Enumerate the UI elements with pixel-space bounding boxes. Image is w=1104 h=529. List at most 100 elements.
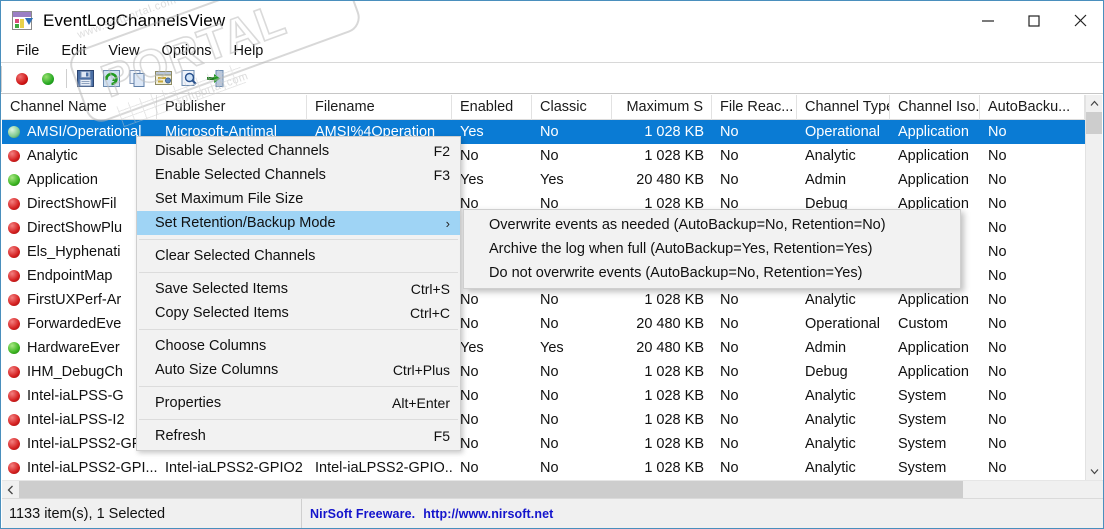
- red-dot-icon[interactable]: [9, 66, 35, 92]
- column-header-channel-type[interactable]: Channel Type: [797, 95, 890, 120]
- vertical-scrollbar[interactable]: [1085, 95, 1102, 480]
- refresh-icon[interactable]: [98, 66, 124, 92]
- scroll-left-button[interactable]: [2, 481, 19, 498]
- properties-icon[interactable]: [150, 66, 176, 92]
- cell-text: Intel-iaLPSS-I2: [27, 408, 125, 432]
- status-led-disabled-icon: [8, 270, 20, 282]
- context-menu-item-auto-size-columns[interactable]: Auto Size ColumnsCtrl+Plus: [137, 358, 460, 382]
- menu-options[interactable]: Options: [151, 41, 223, 61]
- menu-item-shortcut: F5: [434, 428, 450, 444]
- menu-bar: File Edit View Options Help: [1, 40, 1103, 63]
- cell-maximum_size: 1 028 KB: [612, 432, 712, 456]
- menu-separator: [139, 419, 458, 420]
- cell-text: ForwardedEve: [27, 312, 121, 336]
- export-arrow-icon[interactable]: [202, 66, 228, 92]
- column-header-channel-name[interactable]: Channel Name: [2, 95, 157, 120]
- vertical-scroll-track[interactable]: [1086, 134, 1102, 463]
- column-header-filename[interactable]: Filename: [307, 95, 452, 120]
- menu-item-label: Properties: [155, 395, 392, 411]
- column-header-maximum-size[interactable]: Maximum S: [612, 95, 712, 120]
- column-header-channel-isolation[interactable]: Channel Iso...: [890, 95, 980, 120]
- maximize-button[interactable]: [1011, 1, 1057, 40]
- cell-enabled: Yes: [452, 336, 532, 360]
- copy-icon[interactable]: [124, 66, 150, 92]
- menu-help[interactable]: Help: [223, 41, 275, 61]
- horizontal-scrollbar[interactable]: [2, 480, 1103, 498]
- menu-item-label: Save Selected Items: [155, 281, 411, 297]
- cell-channel_name: EndpointMap: [2, 264, 157, 288]
- context-menu-item-copy-selected-items[interactable]: Copy Selected ItemsCtrl+C: [137, 301, 460, 325]
- cell-enabled: No: [452, 456, 532, 479]
- context-menu-item-enable-selected-channels[interactable]: Enable Selected ChannelsF3: [137, 163, 460, 187]
- magnifier-icon[interactable]: [176, 66, 202, 92]
- column-header-publisher[interactable]: Publisher: [157, 95, 307, 120]
- green-dot-icon[interactable]: [35, 66, 61, 92]
- column-header-file-reached[interactable]: File Reac...: [712, 95, 797, 120]
- cell-file_reached: No: [712, 312, 797, 336]
- window-title: EventLogChannelsView: [43, 11, 225, 31]
- cell-channel_type: Analytic: [797, 432, 890, 456]
- column-header-classic[interactable]: Classic: [532, 95, 612, 120]
- cell-file_reached: No: [712, 336, 797, 360]
- horizontal-scroll-track[interactable]: [963, 481, 1103, 498]
- context-menu-item-set-maximum-file-size[interactable]: Set Maximum File Size: [137, 187, 460, 211]
- menu-item-shortcut: F2: [434, 143, 450, 159]
- cell-autobackup: No: [980, 456, 1085, 479]
- minimize-button[interactable]: [965, 1, 1011, 40]
- menu-item-label: Auto Size Columns: [155, 362, 393, 378]
- submenu-item-1[interactable]: Archive the log when full (AutoBackup=Ye…: [464, 237, 960, 261]
- table-row[interactable]: Intel-iaLPSS2-GPI...Intel-iaLPSS2-GPIO2I…: [2, 456, 1102, 479]
- cell-channel_isolation: Application: [890, 288, 980, 312]
- floppy-disk-icon[interactable]: [72, 66, 98, 92]
- cell-channel_isolation: System: [890, 408, 980, 432]
- context-menu-item-choose-columns[interactable]: Choose Columns: [137, 334, 460, 358]
- scroll-down-button[interactable]: [1086, 463, 1102, 480]
- cell-classic: Yes: [532, 336, 612, 360]
- menu-file[interactable]: File: [5, 41, 50, 61]
- cell-maximum_size: 1 028 KB: [612, 120, 712, 144]
- cell-channel_name: FirstUXPerf-Ar: [2, 288, 157, 312]
- brand-url[interactable]: http://www.nirsoft.net: [423, 507, 553, 521]
- cell-file_reached: No: [712, 456, 797, 479]
- cell-channel_isolation: Application: [890, 336, 980, 360]
- cell-autobackup: No: [980, 192, 1085, 216]
- menu-view[interactable]: View: [97, 41, 150, 61]
- app-icon: [12, 11, 32, 30]
- menu-item-label: Refresh: [155, 428, 434, 444]
- context-menu-item-refresh[interactable]: RefreshF5: [137, 424, 460, 448]
- column-header-enabled[interactable]: Enabled: [452, 95, 532, 120]
- cell-channel_name: HardwareEver: [2, 336, 157, 360]
- horizontal-scroll-thumb[interactable]: [19, 481, 963, 498]
- vertical-scroll-thumb[interactable]: [1086, 112, 1102, 134]
- menu-edit[interactable]: Edit: [50, 41, 97, 61]
- menu-item-label: Disable Selected Channels: [155, 143, 434, 159]
- status-brand: NirSoft Freeware.http://www.nirsoft.net: [302, 499, 1103, 529]
- cell-channel_name: Analytic: [2, 144, 157, 168]
- status-led-disabled-icon: [8, 294, 20, 306]
- menu-item-shortcut: Ctrl+S: [411, 281, 450, 297]
- cell-maximum_size: 1 028 KB: [612, 456, 712, 479]
- submenu-item-0[interactable]: Overwrite events as needed (AutoBackup=N…: [464, 213, 960, 237]
- toolbar-grip: [1, 66, 5, 92]
- cell-autobackup: No: [980, 168, 1085, 192]
- context-menu-item-disable-selected-channels[interactable]: Disable Selected ChannelsF2: [137, 139, 460, 163]
- cell-channel_name: IHM_DebugCh: [2, 360, 157, 384]
- context-menu[interactable]: Disable Selected ChannelsF2Enable Select…: [136, 136, 461, 451]
- close-button[interactable]: [1057, 1, 1103, 40]
- cell-file_reached: No: [712, 408, 797, 432]
- context-menu-item-clear-selected-channels[interactable]: Clear Selected Channels: [137, 244, 460, 268]
- cell-text: AMSI/Operational: [27, 120, 141, 144]
- cell-autobackup: No: [980, 240, 1085, 264]
- submenu-item-2[interactable]: Do not overwrite events (AutoBackup=No, …: [464, 261, 960, 285]
- cell-enabled: Yes: [452, 120, 532, 144]
- table-header: Channel Name Publisher Filename Enabled …: [2, 95, 1102, 120]
- cell-autobackup: No: [980, 336, 1085, 360]
- column-header-autobackup[interactable]: AutoBacku...: [980, 95, 1085, 120]
- context-menu-item-set-retention-backup-mode[interactable]: Set Retention/Backup Mode›: [137, 211, 460, 235]
- context-menu-item-save-selected-items[interactable]: Save Selected ItemsCtrl+S: [137, 277, 460, 301]
- status-led-enabled-icon: [8, 342, 20, 354]
- menu-separator: [139, 386, 458, 387]
- retention-backup-submenu[interactable]: Overwrite events as needed (AutoBackup=N…: [463, 209, 961, 289]
- context-menu-item-properties[interactable]: PropertiesAlt+Enter: [137, 391, 460, 415]
- scroll-up-button[interactable]: [1086, 95, 1102, 112]
